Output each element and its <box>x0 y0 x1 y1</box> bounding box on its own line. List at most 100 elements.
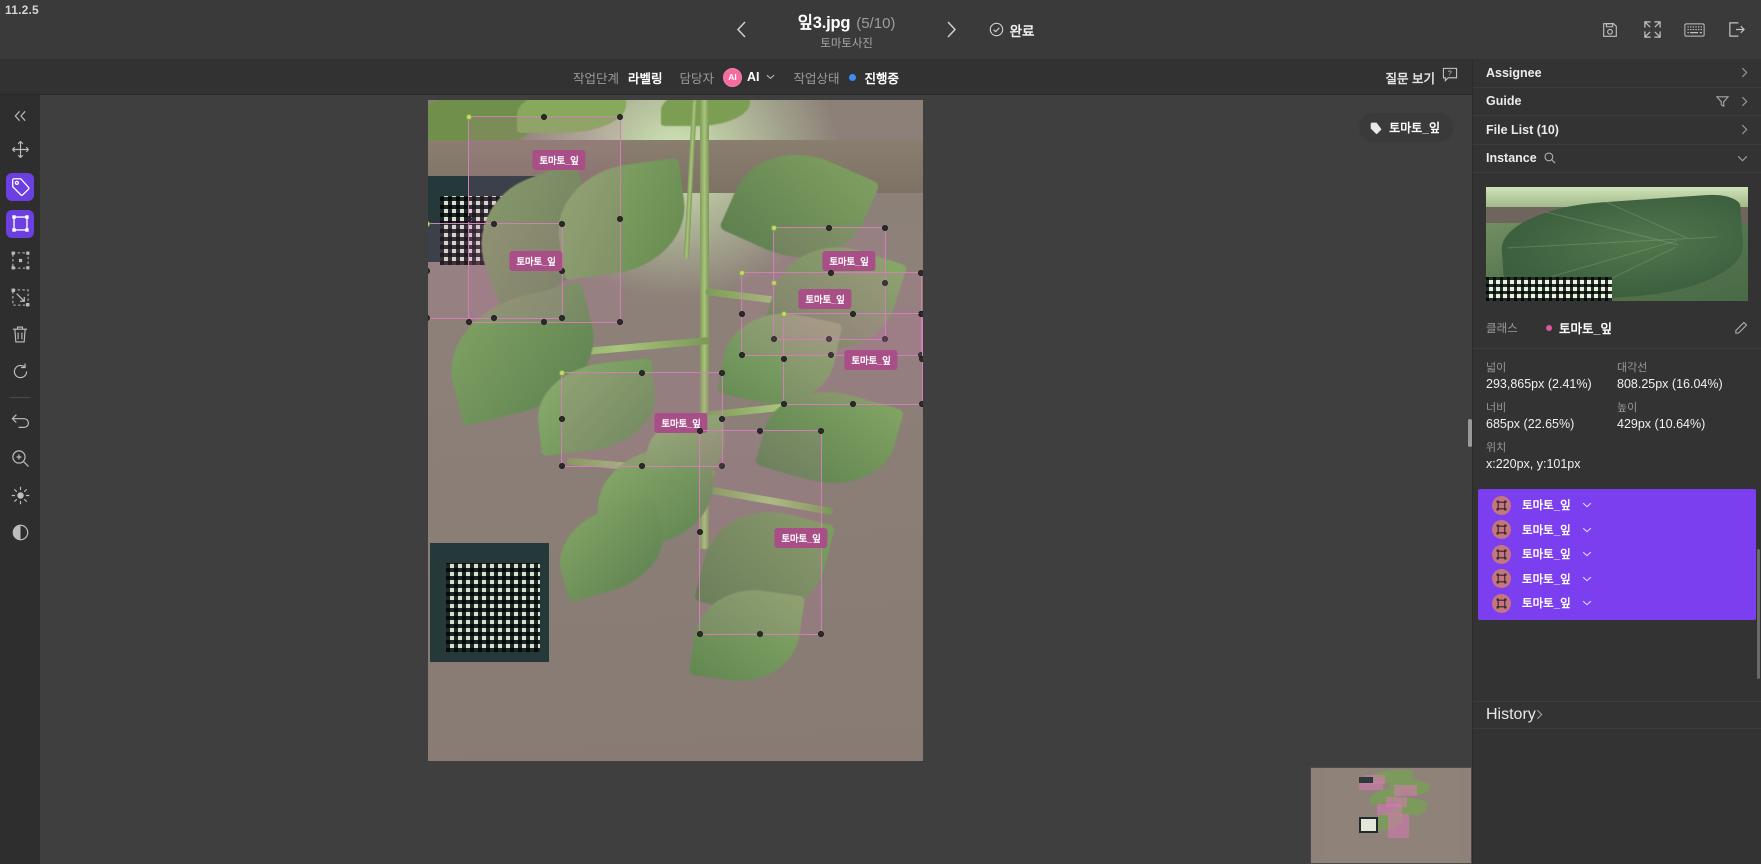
pencil-icon[interactable] <box>1734 321 1748 335</box>
bbox-instance-icon <box>1492 593 1511 613</box>
stage-label: 작업단계 <box>572 71 619 86</box>
panel-resize-handle[interactable] <box>1468 419 1472 447</box>
bbox-instance-icon <box>1492 520 1511 540</box>
bounding-box-tool-icon[interactable] <box>6 209 34 238</box>
chevron-down-icon[interactable] <box>1582 527 1592 533</box>
chevron-right-icon <box>1741 124 1748 135</box>
bounding-box-label[interactable]: 토마토_잎 <box>822 251 876 271</box>
filter-icon[interactable] <box>1716 95 1729 108</box>
section-guide[interactable]: Guide <box>1473 88 1761 116</box>
status-value: 진행중 <box>864 71 900 86</box>
list-item[interactable]: 토마토_잎 <box>1478 567 1756 592</box>
list-item[interactable]: 토마토_잎 <box>1478 542 1756 567</box>
question-bubble-icon: ? <box>1442 67 1458 88</box>
class-value: 토마토_잎 <box>1559 322 1612 336</box>
section-history[interactable]: History <box>1473 700 1761 729</box>
prev-file-button[interactable] <box>727 15 757 45</box>
workflow-status-group: 작업단계 라벨링 담당자 AI AI 작업상태 진행중 <box>0 59 1472 95</box>
chevron-right-icon <box>1741 67 1748 78</box>
canvas-area[interactable]: 토마토_잎 토마토_잎 토마토_잎 토마토_잎 토마토_잎 토마토_잎 토마토_… <box>40 95 1472 864</box>
bounding-box-label[interactable]: 토마토_잎 <box>844 350 898 370</box>
collapse-panel-icon[interactable] <box>6 105 34 127</box>
fullscreen-icon[interactable] <box>1641 19 1663 41</box>
bbox-instance-icon <box>1492 495 1511 515</box>
metric-width: 너비 685px (22.65%) <box>1486 399 1617 431</box>
status-dot <box>848 73 856 81</box>
exit-icon[interactable] <box>1725 19 1747 41</box>
file-navigation: 잎3.jpg (5/10) 토마토사진 완료 <box>0 0 1761 59</box>
metric-position: 위치 x:220px, y:101px <box>1486 439 1748 471</box>
brightness-tool-icon[interactable] <box>6 482 34 510</box>
right-panel: Assignee Guide File List (10) Instance 클… <box>1468 59 1761 864</box>
list-item-label: 토마토_잎 <box>1522 500 1571 513</box>
metric-value: 429px (10.64%) <box>1617 417 1706 431</box>
delete-tool-icon[interactable] <box>6 321 34 349</box>
metric-key: 넓이 <box>1486 362 1507 374</box>
tag-icon <box>1370 122 1382 134</box>
chevron-down-icon[interactable] <box>1582 600 1592 606</box>
file-title-block: 잎3.jpg (5/10) 토마토사진 <box>757 9 937 51</box>
section-title: Assignee <box>1486 65 1542 80</box>
chevron-down-icon[interactable] <box>1582 576 1592 582</box>
metric-height: 높이 429px (10.64%) <box>1617 399 1748 431</box>
instance-class-row: 클래스 토마토_잎 <box>1473 307 1761 349</box>
list-item-label: 토마토_잎 <box>1522 573 1571 586</box>
minimap[interactable] <box>1310 767 1472 864</box>
bbox-instance-icon <box>1492 544 1511 564</box>
annotated-image[interactable]: 토마토_잎 토마토_잎 토마토_잎 토마토_잎 토마토_잎 토마토_잎 토마토_… <box>428 100 923 761</box>
metric-key: 위치 <box>1486 442 1507 454</box>
bounding-box-label[interactable]: 토마토_잎 <box>509 251 563 271</box>
list-item[interactable]: 토마토_잎 <box>1478 518 1756 543</box>
assignee-label: 담당자 <box>679 71 714 86</box>
avatar: AI <box>723 67 742 87</box>
undo-tool-icon[interactable] <box>6 408 34 436</box>
instance-list-scrollbar[interactable] <box>1757 549 1760 679</box>
next-file-button[interactable] <box>937 15 967 45</box>
bounding-box-label[interactable]: 토마토_잎 <box>774 528 828 548</box>
save-icon[interactable] <box>1599 19 1621 41</box>
section-instance[interactable]: Instance <box>1473 145 1761 173</box>
list-item[interactable]: 토마토_잎 <box>1478 591 1756 616</box>
active-class-chip[interactable]: 토마토_잎 <box>1359 113 1454 142</box>
check-circle-icon <box>989 22 1004 37</box>
search-icon[interactable] <box>1544 152 1556 164</box>
sub-header: 작업단계 라벨링 담당자 AI AI 작업상태 진행중 질문 보기 ? <box>0 59 1472 95</box>
bounding-box[interactable] <box>428 220 565 321</box>
section-assignee[interactable]: Assignee <box>1473 59 1761 88</box>
svg-text:?: ? <box>1448 68 1452 77</box>
chevron-down-icon[interactable] <box>1582 551 1592 557</box>
assignee-name: AI <box>747 70 760 84</box>
instance-preview <box>1486 187 1748 301</box>
select-all-tool-icon[interactable] <box>6 247 34 275</box>
zoom-tool-icon[interactable] <box>6 445 34 473</box>
move-tool-icon[interactable] <box>6 136 34 164</box>
reset-tool-icon[interactable] <box>6 358 34 386</box>
metric-key: 높이 <box>1617 402 1638 414</box>
class-key: 클래스 <box>1486 322 1518 335</box>
section-title: Guide <box>1486 94 1522 109</box>
bounding-box-label[interactable]: 토마토_잎 <box>532 150 586 170</box>
instance-list: 토마토_잎 토마토_잎 토마토_잎 토마토_잎 토마토_잎 <box>1478 489 1756 620</box>
active-class-label: 토마토_잎 <box>1389 121 1440 135</box>
chevron-down-icon[interactable] <box>1582 502 1592 508</box>
tag-tool-icon[interactable] <box>6 172 34 201</box>
top-actions <box>1599 0 1747 59</box>
view-questions-label: 질문 보기 <box>1385 72 1435 86</box>
view-questions-button[interactable]: 질문 보기 ? <box>1386 67 1458 88</box>
annotation-tool-app: 11.2.5 잎3.jpg (5/10) 토마토사진 완료 작업단계 라벨링 담… <box>0 0 1761 864</box>
list-item[interactable]: 토마토_잎 <box>1478 493 1756 518</box>
chevron-down-icon <box>766 72 775 83</box>
resize-tool-icon[interactable] <box>6 284 34 312</box>
left-toolbar <box>0 95 40 864</box>
keyboard-shortcuts-icon[interactable] <box>1683 19 1705 41</box>
section-file-list[interactable]: File List (10) <box>1473 116 1761 145</box>
contrast-tool-icon[interactable] <box>6 519 34 547</box>
chevron-right-icon <box>1741 96 1748 107</box>
bounding-box-label[interactable]: 토마토_잎 <box>798 289 852 309</box>
done-button[interactable]: 완료 <box>989 20 1034 40</box>
dataset-name: 토마토사진 <box>820 37 873 50</box>
metric-value: 293,865px (2.41%) <box>1486 377 1592 391</box>
assignee-selector[interactable]: AI AI <box>723 67 775 87</box>
stage-value: 라벨링 <box>627 71 663 86</box>
bbox-instance-icon <box>1492 569 1511 589</box>
